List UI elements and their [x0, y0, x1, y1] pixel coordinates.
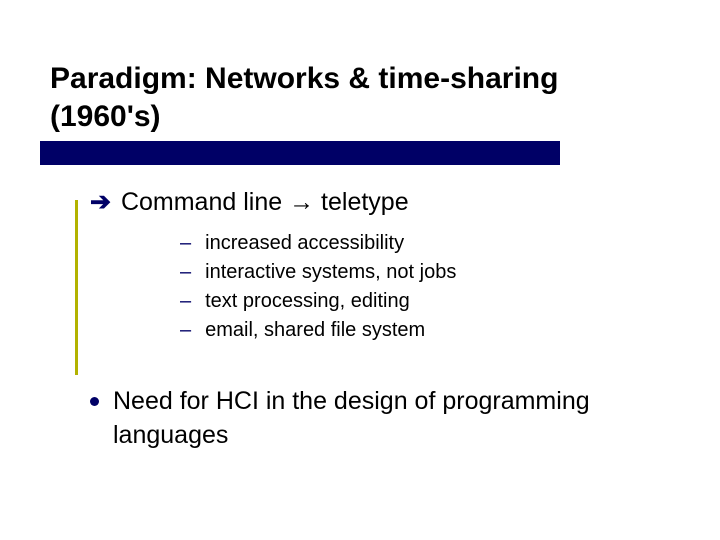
dash-icon: – [180, 229, 191, 258]
accent-vertical-line [75, 200, 78, 375]
sub-list: – increased accessibility – interactive … [180, 229, 670, 345]
dash-icon: – [180, 287, 191, 316]
inline-arrow-icon: → [289, 188, 314, 216]
sub-item-text: text processing, editing [205, 287, 410, 316]
bullet-dot-icon [90, 397, 99, 406]
main-bullet: ➔ Command line → teletype [90, 187, 670, 217]
slide-title: Paradigm: Networks & time-sharing (1960'… [50, 60, 670, 135]
arrow-right-icon: ➔ [90, 187, 111, 217]
bullet-item: Need for HCI in the design of programmin… [90, 385, 670, 453]
sub-item-text: increased accessibility [205, 229, 404, 258]
sub-item: – text processing, editing [180, 287, 670, 316]
sub-item: – increased accessibility [180, 229, 670, 258]
sub-item-text: interactive systems, not jobs [205, 258, 456, 287]
main-suffix: teletype [321, 188, 409, 216]
title-underline-bar [40, 141, 560, 165]
dash-icon: – [180, 258, 191, 287]
sub-item-text: email, shared file system [205, 316, 425, 345]
sub-item: – email, shared file system [180, 316, 670, 345]
dash-icon: – [180, 316, 191, 345]
sub-item: – interactive systems, not jobs [180, 258, 670, 287]
main-prefix: Command line [121, 188, 282, 216]
bullet-text: Need for HCI in the design of programmin… [113, 385, 670, 453]
main-bullet-text: Command line → teletype [121, 188, 409, 217]
slide: Paradigm: Networks & time-sharing (1960'… [0, 0, 720, 493]
